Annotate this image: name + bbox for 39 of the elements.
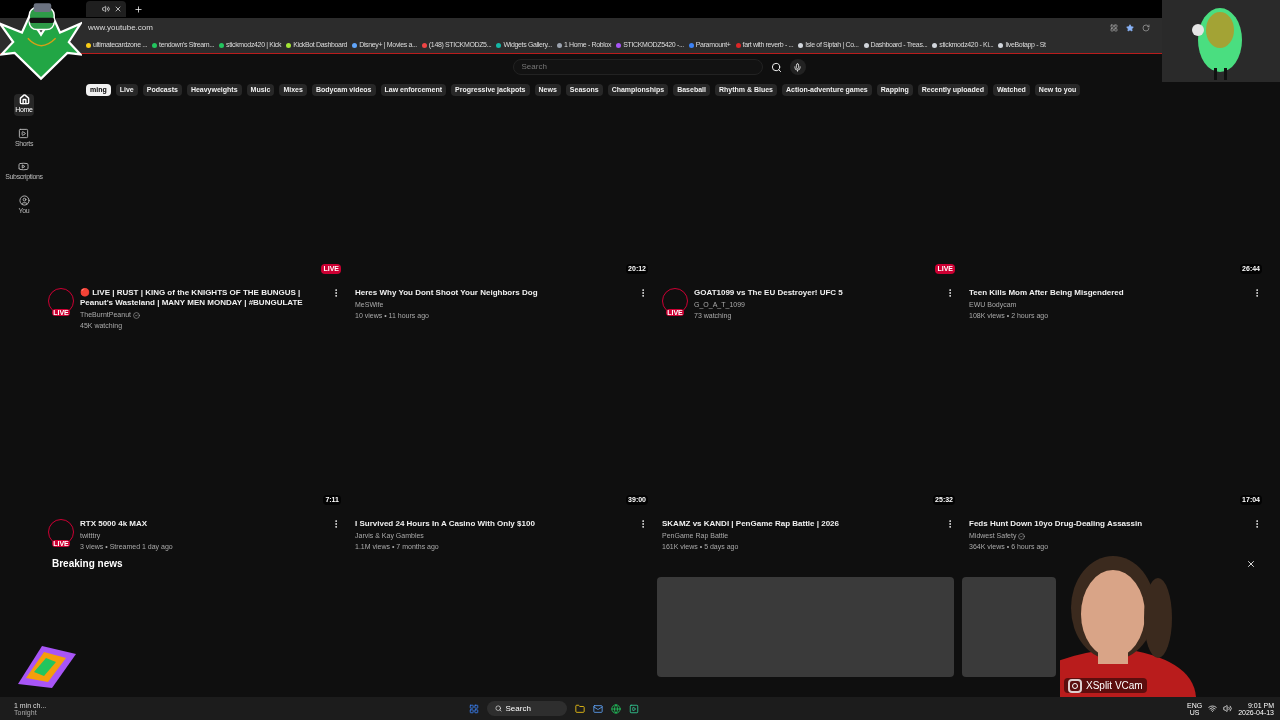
video-title[interactable]: I Survived 24 Hours In A Casino With Only $100 xyxy=(355,519,632,529)
sync-icon[interactable] xyxy=(1142,24,1150,32)
search-field[interactable]: Search xyxy=(512,59,763,75)
globe-icon[interactable] xyxy=(610,703,621,714)
url-field[interactable]: www.youtube.com xyxy=(88,22,1102,34)
folder-icon[interactable] xyxy=(574,703,585,714)
video-title[interactable]: Feds Hunt Down 10yo Drug-Dealing Assassin xyxy=(969,519,1246,529)
search-icon xyxy=(494,705,502,712)
app-icon[interactable] xyxy=(628,703,639,714)
home-icon xyxy=(18,94,30,105)
video-title[interactable]: SKAMZ vs KANDI | PenGame Rap Battle | 2026 xyxy=(662,519,939,529)
wifi-icon[interactable] xyxy=(1208,704,1218,713)
speaker-icon[interactable] xyxy=(102,5,110,13)
section-title: Breaking news xyxy=(52,557,123,571)
browser-tab[interactable] xyxy=(86,1,126,17)
search-icon[interactable] xyxy=(770,61,782,73)
volume-icon[interactable] xyxy=(1223,704,1233,713)
video-title[interactable]: GOAT1099 vs The EU Destroyer! UFC 5 xyxy=(694,288,939,298)
close-tab-icon[interactable] xyxy=(114,5,122,13)
verified-icon xyxy=(133,311,140,319)
video-title[interactable]: Heres Why You Dont Shoot Your Neighbors Dog xyxy=(355,288,632,298)
mic-icon xyxy=(793,62,802,72)
webcam-label: XSplit VCam xyxy=(1086,679,1143,693)
new-tab-icon[interactable] xyxy=(134,4,143,14)
mail-icon[interactable] xyxy=(592,703,603,714)
taskbar-search[interactable]: Search xyxy=(486,701,567,716)
verified-icon xyxy=(1018,532,1026,540)
subscriptions-icon xyxy=(18,161,30,172)
start-icon[interactable] xyxy=(468,703,479,714)
play-square-icon xyxy=(18,127,30,139)
extensions-icon[interactable] xyxy=(1110,24,1118,32)
xsplit-logo-icon xyxy=(1068,678,1082,693)
bookmark-star-icon[interactable] xyxy=(1126,24,1134,32)
user-circle-icon xyxy=(18,194,30,206)
close-icon[interactable] xyxy=(1246,558,1256,569)
video-title[interactable]: 🔴 LIVE | RUST | KING of the KNIGHTS OF THE BUNGUS | Peanut's Wasteland | MANY MEN MONDAY | #BUNGULATE xyxy=(80,288,325,308)
voice-search-button[interactable] xyxy=(789,59,806,75)
video-title[interactable]: Teen Kills Mom After Being Misgendered xyxy=(969,288,1246,298)
video-title[interactable]: RTX 5000 4k MAX xyxy=(80,519,325,529)
